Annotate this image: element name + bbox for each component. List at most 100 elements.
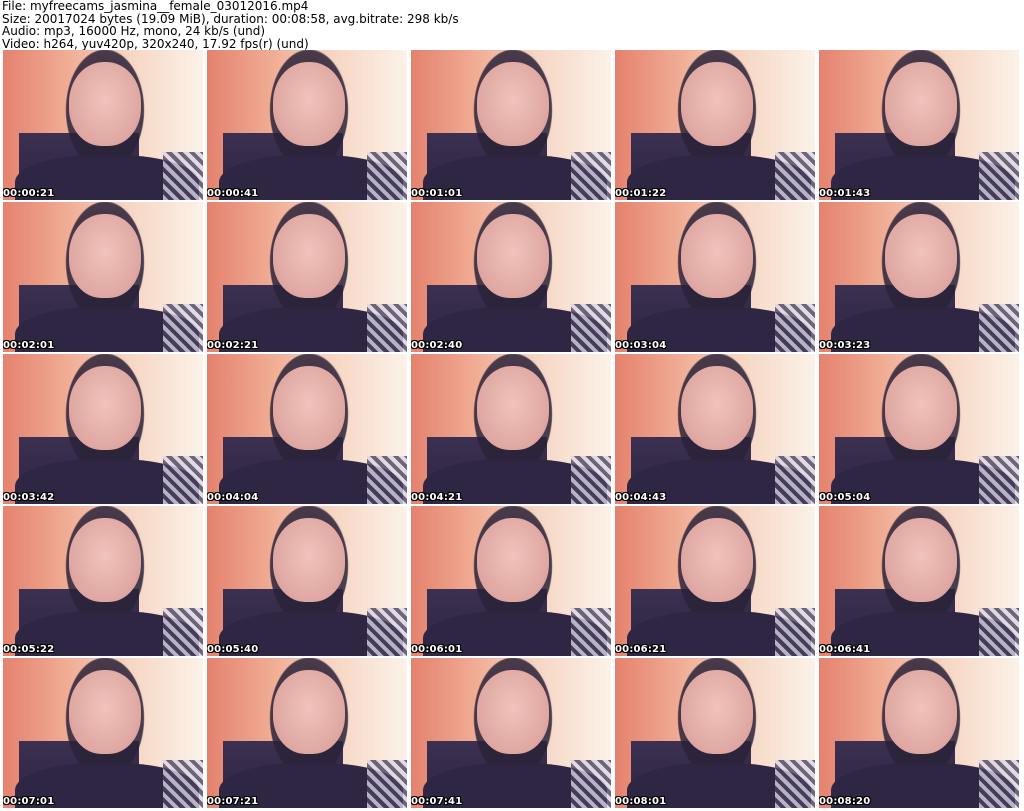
- video-frame-thumbnail: 00:03:23: [819, 202, 1019, 352]
- frame-timestamp: 00:03:23: [819, 340, 871, 351]
- video-frame-thumbnail: 00:03:42: [3, 354, 203, 504]
- frame-timestamp: 00:00:21: [3, 188, 55, 199]
- frame-face: [885, 62, 957, 146]
- file-name-line: File: myfreecams_jasmina__female_0301201…: [2, 0, 309, 13]
- video-frame-thumbnail: 00:01:01: [411, 50, 611, 200]
- frame-face: [681, 518, 753, 602]
- frame-timestamp: 00:04:43: [615, 492, 667, 503]
- frame-timestamp: 00:03:04: [615, 340, 667, 351]
- frame-pattern: [163, 304, 203, 352]
- frame-pattern: [367, 456, 407, 504]
- video-frame-thumbnail: 00:02:21: [207, 202, 407, 352]
- frame-face: [69, 62, 141, 146]
- frame-timestamp: 00:04:21: [411, 492, 463, 503]
- frame-timestamp: 00:02:21: [207, 340, 259, 351]
- video-info-line: Video: h264, yuv420p, 320x240, 17.92 fps…: [2, 36, 309, 51]
- frame-pattern: [979, 304, 1019, 352]
- frame-timestamp: 00:05:40: [207, 644, 259, 655]
- frame-timestamp: 00:06:21: [615, 644, 667, 655]
- frame-pattern: [163, 152, 203, 200]
- video-frame-thumbnail: 00:02:01: [3, 202, 203, 352]
- frame-timestamp: 00:03:42: [3, 492, 55, 503]
- video-frame-thumbnail: 00:07:01: [3, 658, 203, 808]
- frame-face: [477, 214, 549, 298]
- frame-face: [273, 670, 345, 754]
- frame-timestamp: 00:00:41: [207, 188, 259, 199]
- video-frame-thumbnail: 00:00:41: [207, 50, 407, 200]
- video-frame-thumbnail: 00:07:41: [411, 658, 611, 808]
- frame-pattern: [571, 608, 611, 656]
- frame-timestamp: 00:06:41: [819, 644, 871, 655]
- frame-pattern: [979, 152, 1019, 200]
- video-frame-thumbnail: 00:02:40: [411, 202, 611, 352]
- frame-pattern: [367, 760, 407, 808]
- frame-pattern: [979, 760, 1019, 808]
- video-frame-thumbnail: 00:07:21: [207, 658, 407, 808]
- video-frame-thumbnail: 00:04:21: [411, 354, 611, 504]
- audio-info-line: Audio: mp3, 16000 Hz, mono, 24 kb/s (und…: [2, 24, 266, 38]
- frame-timestamp: 00:01:01: [411, 188, 463, 199]
- frame-timestamp: 00:07:21: [207, 796, 259, 807]
- frame-pattern: [979, 608, 1019, 656]
- frame-pattern: [775, 608, 815, 656]
- frame-timestamp: 00:06:01: [411, 644, 463, 655]
- frame-timestamp: 00:05:04: [819, 492, 871, 503]
- frame-timestamp: 00:01:43: [819, 188, 871, 199]
- frame-pattern: [571, 304, 611, 352]
- frame-timestamp: 00:01:22: [615, 188, 667, 199]
- frame-face: [885, 518, 957, 602]
- frame-face: [273, 62, 345, 146]
- frame-face: [885, 214, 957, 298]
- file-info-header: File: myfreecams_jasmina__female_0301201…: [2, 0, 1022, 50]
- frame-timestamp: 00:07:01: [3, 796, 55, 807]
- frame-pattern: [367, 304, 407, 352]
- frame-pattern: [163, 608, 203, 656]
- video-frame-thumbnail: 00:03:04: [615, 202, 815, 352]
- frame-pattern: [163, 456, 203, 504]
- frame-face: [681, 670, 753, 754]
- video-frame-thumbnail: 00:00:21: [3, 50, 203, 200]
- frame-face: [681, 62, 753, 146]
- frame-timestamp: 00:05:22: [3, 644, 55, 655]
- frame-timestamp: 00:02:01: [3, 340, 55, 351]
- frame-face: [69, 670, 141, 754]
- frame-face: [273, 214, 345, 298]
- frame-pattern: [775, 304, 815, 352]
- frame-pattern: [571, 152, 611, 200]
- frame-face: [477, 366, 549, 450]
- video-frame-thumbnail: 00:04:43: [615, 354, 815, 504]
- video-frame-thumbnail: 00:01:22: [615, 50, 815, 200]
- video-frame-thumbnail: 00:05:40: [207, 506, 407, 656]
- frame-face: [69, 366, 141, 450]
- frame-face: [69, 518, 141, 602]
- frame-pattern: [979, 456, 1019, 504]
- frame-pattern: [163, 760, 203, 808]
- frame-timestamp: 00:07:41: [411, 796, 463, 807]
- video-frame-thumbnail: 00:08:01: [615, 658, 815, 808]
- frame-face: [681, 366, 753, 450]
- frame-face: [273, 518, 345, 602]
- video-frame-thumbnail: 00:06:41: [819, 506, 1019, 656]
- frame-face: [69, 214, 141, 298]
- video-frame-thumbnail: 00:05:22: [3, 506, 203, 656]
- frame-pattern: [367, 152, 407, 200]
- frame-face: [885, 670, 957, 754]
- video-frame-thumbnail: 00:08:20: [819, 658, 1019, 808]
- frame-pattern: [367, 608, 407, 656]
- frame-face: [885, 366, 957, 450]
- frame-timestamp: 00:02:40: [411, 340, 463, 351]
- frame-pattern: [775, 456, 815, 504]
- frame-pattern: [571, 456, 611, 504]
- frame-timestamp: 00:08:01: [615, 796, 667, 807]
- video-frame-thumbnail: 00:01:43: [819, 50, 1019, 200]
- frame-pattern: [775, 760, 815, 808]
- thumbnail-grid: 00:00:21 00:00:41 00:01:01 00:01:22 00:01:43…: [3, 50, 1023, 808]
- frame-timestamp: 00:08:20: [819, 796, 871, 807]
- frame-pattern: [571, 760, 611, 808]
- frame-face: [273, 366, 345, 450]
- video-frame-thumbnail: 00:06:01: [411, 506, 611, 656]
- frame-face: [477, 62, 549, 146]
- frame-face: [477, 518, 549, 602]
- frame-timestamp: 00:04:04: [207, 492, 259, 503]
- video-frame-thumbnail: 00:04:04: [207, 354, 407, 504]
